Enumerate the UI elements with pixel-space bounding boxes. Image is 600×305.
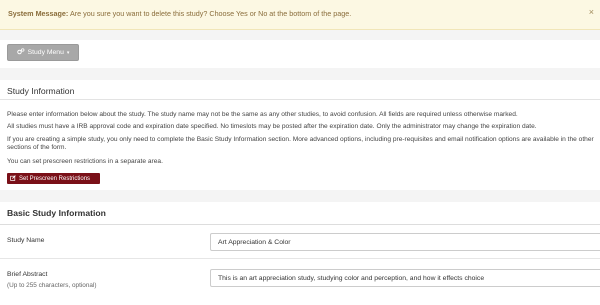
study-menu-label: Study Menu [27, 49, 64, 56]
system-message-alert: System Message: Are you sure you want to… [0, 0, 600, 30]
chevron-down-icon: ▾ [66, 49, 70, 56]
basic-study-information-title: Basic Study Information [7, 208, 106, 218]
close-icon[interactable]: × [589, 7, 594, 17]
info-paragraph: If you are creating a simple study, you … [7, 136, 594, 151]
edit-icon [10, 174, 16, 183]
divider [0, 258, 600, 259]
brief-abstract-input[interactable]: This is an art appreciation study, study… [210, 269, 600, 287]
system-message-body: Are you sure you want to delete this stu… [69, 9, 352, 18]
brief-abstract-label: Brief Abstract [7, 271, 48, 278]
set-prescreen-restrictions-button[interactable]: Set Prescreen Restrictions [7, 173, 100, 184]
spacer [0, 68, 600, 80]
divider [0, 224, 600, 225]
info-paragraph: All studies must have a IRB approval cod… [7, 123, 537, 130]
study-name-input[interactable]: Art Appreciation & Color [210, 233, 600, 251]
system-message-text: System Message: Are you sure you want to… [8, 9, 351, 18]
info-paragraph: You can set prescreen restrictions in a … [7, 158, 163, 165]
spacer [0, 30, 600, 40]
spacer [0, 190, 600, 202]
menu-bar [0, 40, 600, 68]
divider [0, 99, 600, 100]
study-information-title: Study Information [7, 86, 75, 96]
gears-icon [16, 48, 25, 57]
brief-abstract-hint: (Up to 255 characters, optional) [7, 282, 97, 289]
system-message-label: System Message: [8, 9, 69, 18]
study-name-label: Study Name [7, 237, 45, 244]
info-paragraph: Please enter information below about the… [7, 111, 518, 118]
study-menu-button[interactable]: Study Menu ▾ [7, 44, 79, 61]
prescreen-button-label: Set Prescreen Restrictions [19, 175, 91, 182]
